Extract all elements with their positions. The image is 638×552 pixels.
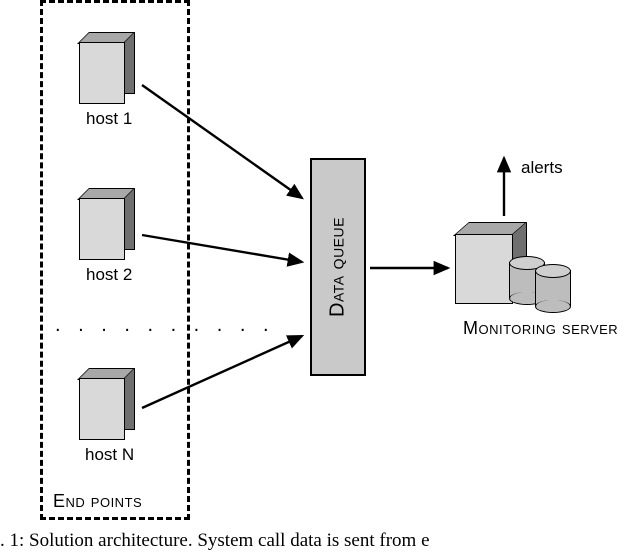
host-1-label: host 1: [86, 109, 132, 129]
host-2-icon: [79, 188, 139, 260]
figure-caption: . 1: Solution architecture. System call …: [0, 530, 430, 552]
host-2-label: host 2: [86, 265, 132, 285]
hosts-ellipsis: . . . . . . . . . .: [55, 314, 275, 337]
monitoring-server-label: Monitoring server: [463, 318, 603, 339]
host-n-icon: [79, 368, 139, 440]
data-queue: Data queue: [310, 158, 366, 376]
data-queue-label: Data queue: [327, 217, 350, 317]
monitoring-server-icon: [455, 222, 565, 316]
alerts-label: alerts: [521, 158, 563, 178]
host-1-icon: [79, 32, 139, 104]
endpoints-label: End points: [53, 491, 142, 512]
host-n-label: host N: [85, 445, 134, 465]
